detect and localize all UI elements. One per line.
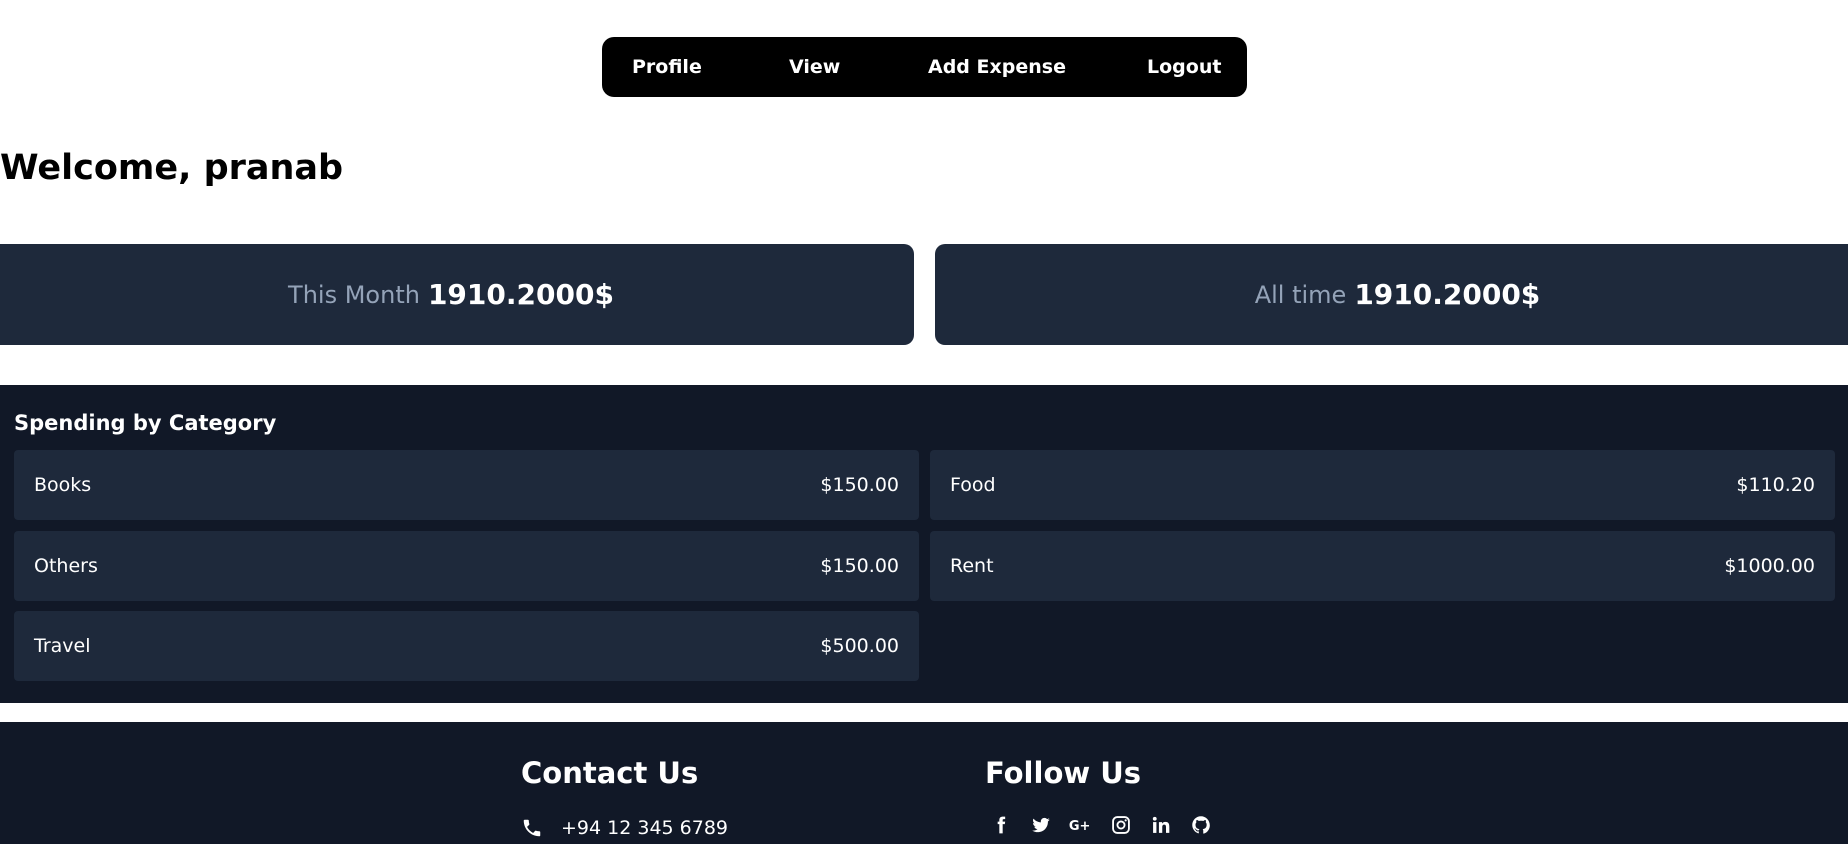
category-amount: $110.20 [1736,474,1815,496]
phone-icon [523,819,541,837]
linkedin-icon[interactable] [1148,812,1174,838]
this-month-value: 1910.2000$ [427,278,614,311]
contact-us-heading: Contact Us [521,756,699,790]
this-month-card: This Month 1910.2000$ [0,244,914,345]
this-month-label: This Month [288,280,420,309]
welcome-heading: Welcome, pranab [0,148,344,188]
category-name: Rent [950,555,994,577]
google-plus-icon[interactable]: G+ [1068,812,1094,838]
category-name: Travel [34,635,91,657]
nav-profile-link[interactable]: Profile [632,37,702,97]
footer: Contact Us +94 12 345 6789 Follow Us G+ [0,722,1848,844]
category-name: Books [34,474,92,496]
spending-title: Spending by Category [14,411,277,435]
phone-number: +94 12 345 6789 [561,817,729,839]
all-time-label: All time [1254,280,1347,309]
nav-logout-link[interactable]: Logout [1147,37,1221,97]
nav-view-link[interactable]: View [789,37,840,97]
contact-phone: +94 12 345 6789 [521,814,728,842]
category-row-others: Others $150.00 [14,531,919,601]
category-amount: $150.00 [820,555,899,577]
category-name: Others [34,555,98,577]
category-amount: $500.00 [820,635,899,657]
svg-text:G+: G+ [1069,819,1091,834]
all-time-value: 1910.2000$ [1354,278,1541,311]
nav-add-expense-link[interactable]: Add Expense [928,37,1066,97]
category-row-food: Food $110.20 [930,450,1835,520]
category-amount: $150.00 [820,474,899,496]
top-nav: Profile View Add Expense Logout [602,37,1247,97]
instagram-icon[interactable] [1108,812,1134,838]
spending-by-category-panel: Spending by Category Books $150.00 Food … [0,385,1848,703]
category-name: Food [950,474,996,496]
category-row-rent: Rent $1000.00 [930,531,1835,601]
category-row-books: Books $150.00 [14,450,919,520]
category-row-travel: Travel $500.00 [14,611,919,681]
all-time-card: All time 1910.2000$ [935,244,1848,345]
github-icon[interactable] [1188,812,1214,838]
social-links: G+ [988,812,1228,838]
facebook-icon[interactable] [988,812,1014,838]
twitter-icon[interactable] [1028,812,1054,838]
category-amount: $1000.00 [1724,555,1815,577]
follow-us-heading: Follow Us [985,756,1142,790]
